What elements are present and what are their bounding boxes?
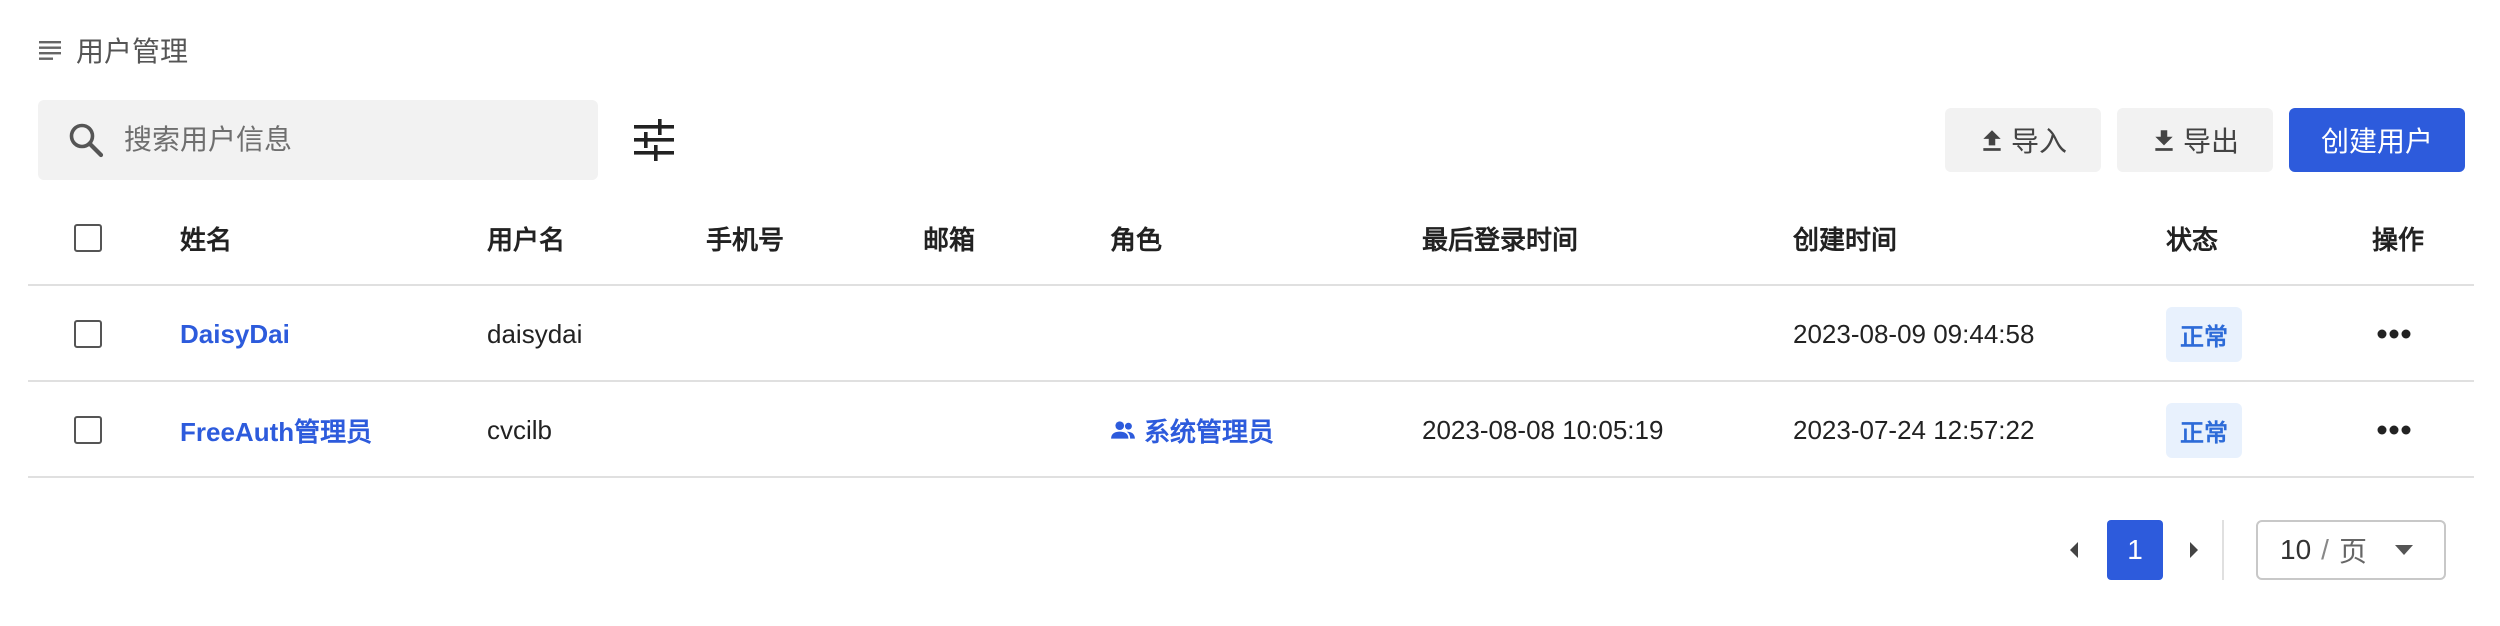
column-header-username[interactable]: 用户名	[487, 190, 565, 286]
table-row[interactable]: DaisyDai daisydai 2023-08-09 09:44:58 正常	[28, 286, 2474, 382]
column-header-email[interactable]: 邮箱	[923, 190, 975, 286]
created-cell: 2023-07-24 12:57:22	[1793, 414, 2035, 445]
username-cell: cvcilb	[487, 414, 553, 445]
page-size-select[interactable]: 10 / 页	[2256, 520, 2446, 580]
more-horizontal-icon	[2377, 425, 2411, 435]
page-size-separator: /	[2321, 534, 2329, 565]
column-header-last-login[interactable]: 最后登录时间	[1422, 190, 1578, 286]
username-cell: daisydai	[487, 318, 583, 349]
page-size-unit: 页	[2338, 536, 2367, 567]
status-cell: 正常	[2166, 286, 2242, 382]
chevron-left-icon	[2070, 542, 2078, 558]
import-button[interactable]: 导入	[1945, 108, 2101, 172]
download-icon	[2155, 130, 2173, 151]
search-input[interactable]	[124, 124, 564, 156]
column-header-role[interactable]: 角色	[1110, 190, 1162, 286]
page-size-value: 10	[2280, 534, 2312, 565]
more-horizontal-icon	[2377, 329, 2411, 339]
prev-page-button[interactable]	[2058, 520, 2090, 580]
menu-lines-icon	[39, 41, 61, 60]
search-icon	[69, 123, 104, 158]
row-checkbox[interactable]	[74, 320, 102, 348]
table-row[interactable]: FreeAuth管理员 cvcilb 系统管理员 2023-08-08 10:0…	[28, 382, 2474, 478]
column-header-actions: 操作	[2372, 224, 2425, 255]
create-user-label: 创建用户	[2320, 126, 2433, 157]
row-checkbox[interactable]	[74, 416, 102, 444]
row-actions-button[interactable]	[2376, 286, 2412, 382]
row-actions-button[interactable]	[2376, 382, 2412, 478]
status-cell: 正常	[2166, 382, 2242, 478]
table-header-row: 姓名 用户名 手机号 邮箱 角色 最后登录时间 创建时间 状态 操作	[28, 190, 2474, 286]
column-header-created[interactable]: 创建时间	[1793, 190, 1897, 286]
column-header-status[interactable]: 状态	[2166, 190, 2218, 286]
pagination-divider	[2222, 520, 2224, 580]
export-button[interactable]: 导出	[2117, 108, 2273, 172]
tune-sliders-icon[interactable]	[630, 116, 678, 164]
search-box[interactable]	[38, 100, 598, 180]
user-name-link[interactable]: FreeAuth管理员	[180, 382, 372, 478]
next-page-button[interactable]	[2178, 520, 2210, 580]
create-user-button[interactable]: 创建用户	[2289, 108, 2465, 172]
column-header-phone[interactable]: 手机号	[706, 190, 784, 286]
export-label: 导出	[2182, 126, 2239, 157]
page-1-button[interactable]: 1	[2107, 520, 2163, 580]
import-label: 导入	[2010, 126, 2067, 157]
caret-down-icon	[2395, 545, 2413, 555]
column-header-name[interactable]: 姓名	[180, 190, 232, 286]
upload-icon	[1983, 130, 2001, 151]
row-select-cell	[74, 286, 102, 382]
created-cell: 2023-08-09 09:44:58	[1793, 318, 2035, 349]
user-table: 姓名 用户名 手机号 邮箱 角色 最后登录时间 创建时间 状态 操作 Daisy…	[28, 190, 2474, 478]
status-badge: 正常	[2166, 306, 2242, 362]
row-select-cell	[74, 382, 102, 478]
role-label: 系统管理员	[1144, 416, 1275, 447]
chevron-right-icon	[2190, 542, 2198, 558]
page-header: 用户管理	[38, 30, 188, 70]
user-name-link[interactable]: DaisyDai	[180, 286, 290, 382]
select-all-checkbox[interactable]	[74, 224, 102, 252]
select-all-cell	[74, 190, 102, 286]
last-login-cell: 2023-08-08 10:05:19	[1422, 414, 1664, 445]
page-title: 用户管理	[76, 36, 189, 67]
status-badge: 正常	[2166, 402, 2242, 458]
role-link[interactable]: 系统管理员	[1110, 382, 1274, 478]
people-icon	[1111, 421, 1135, 439]
